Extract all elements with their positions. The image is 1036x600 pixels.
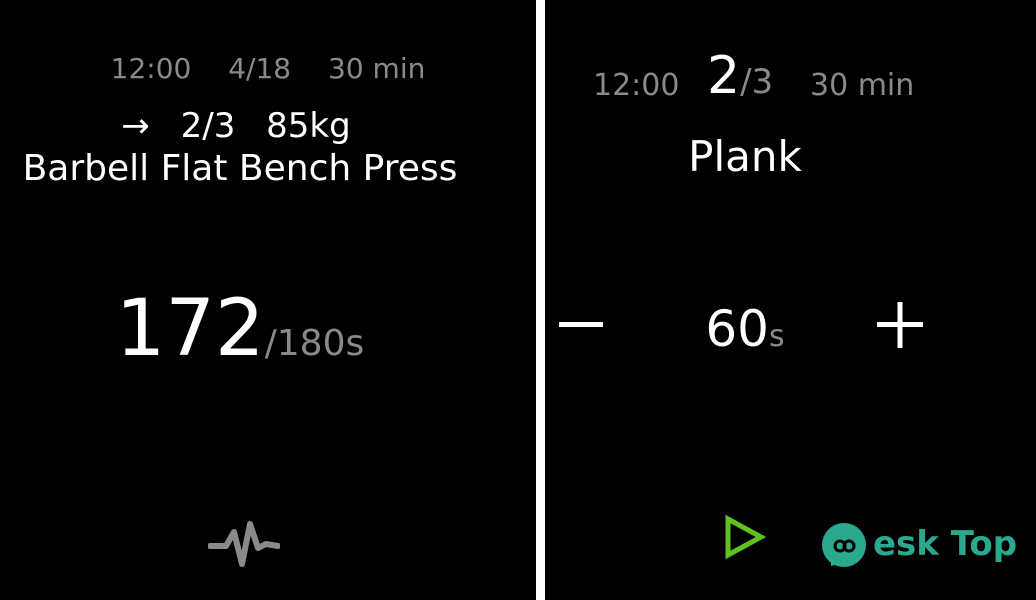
arrow-icon: → bbox=[121, 106, 150, 146]
set-total: /3 bbox=[740, 62, 774, 102]
timer-elapsed: 172 bbox=[115, 284, 265, 374]
pulse-icon[interactable] bbox=[208, 514, 280, 570]
weight-value: 85kg bbox=[266, 106, 351, 146]
clock-time: 12:00 bbox=[593, 68, 680, 103]
watermark-logo bbox=[822, 523, 866, 567]
watermark-text: esk Top bbox=[873, 524, 1018, 564]
date: 4/18 bbox=[228, 52, 292, 85]
duration-value: 60 bbox=[705, 300, 769, 358]
duration-unit: s bbox=[768, 319, 785, 354]
set-counter: 2/3 bbox=[707, 46, 773, 106]
set-info: → 2/3 85kg bbox=[0, 106, 472, 146]
play-icon[interactable] bbox=[723, 514, 767, 560]
set-current: 2 bbox=[707, 46, 741, 106]
exercise-name: Barbell Flat Bench Press bbox=[22, 148, 458, 189]
plus-icon[interactable] bbox=[875, 300, 925, 350]
set-counter: 2/3 bbox=[180, 106, 236, 146]
clock-time: 12:00 bbox=[110, 52, 192, 85]
timer-total: /180s bbox=[264, 323, 365, 364]
status-bar: 12:00 2/3 30 min bbox=[545, 40, 1036, 110]
rest-timer: 172/180s bbox=[0, 284, 480, 374]
status-bar: 12:00 4/18 30 min bbox=[0, 52, 536, 85]
left-watch-screen: 12:00 4/18 30 min → 2/3 85kg Barbell Fla… bbox=[0, 0, 536, 600]
workout-duration: 30 min bbox=[810, 68, 915, 103]
exercise-name: Plank bbox=[688, 132, 802, 181]
right-watch-screen: 12:00 2/3 30 min Plank 60s esk Top bbox=[545, 0, 1036, 600]
workout-duration: 30 min bbox=[328, 52, 426, 85]
